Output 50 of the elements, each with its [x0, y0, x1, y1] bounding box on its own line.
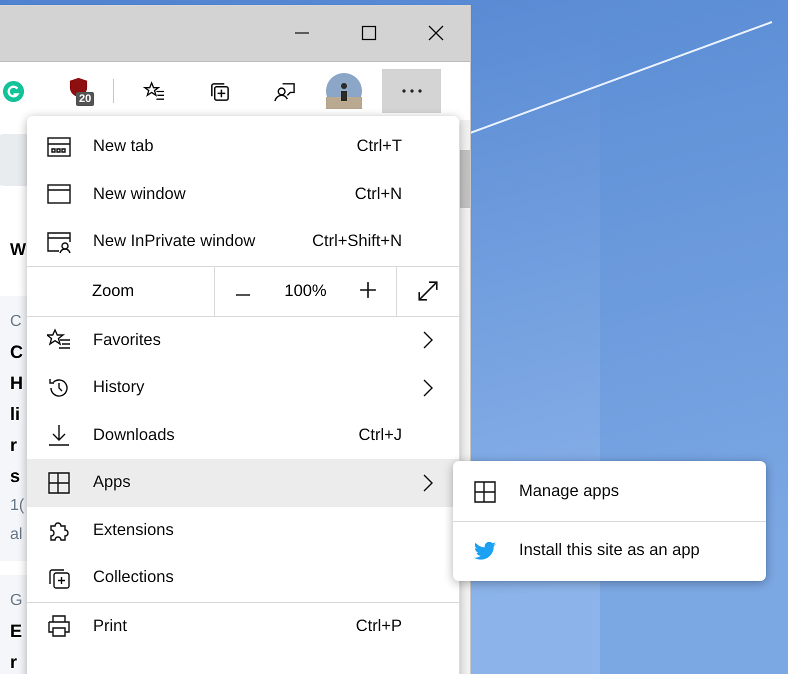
page-heading: W [10, 239, 26, 261]
grid-icon [473, 480, 497, 504]
article-card[interactable]: C C H li r s 1( al [0, 296, 27, 561]
private-window-icon [47, 230, 71, 254]
article-meta: al [10, 525, 24, 545]
article-category: G [10, 591, 24, 611]
scrollbar-thumb[interactable] [460, 150, 470, 208]
shortcut-text: Ctrl+P [356, 616, 402, 636]
chevron-right-icon [423, 474, 433, 492]
menu-item[interactable]: History [27, 364, 459, 412]
menu-item[interactable]: Apps [27, 459, 459, 506]
shortcut-text: Ctrl+J [358, 426, 402, 445]
headline-text: s [10, 465, 22, 488]
shortcut-text: Ctrl+N [354, 184, 402, 204]
menu-item[interactable]: Print Ctrl+P [27, 602, 459, 650]
menu-item[interactable]: Downloads Ctrl+J [27, 412, 459, 459]
headline-text: C [10, 341, 24, 364]
shortcut-text: Ctrl+T [356, 137, 402, 156]
menu-item[interactable]: New window Ctrl+N [27, 170, 459, 218]
headline-text: r [10, 651, 18, 674]
shortcut-text: Ctrl+Shift+N [312, 232, 402, 252]
menu-item[interactable]: Install this site as an app [453, 522, 766, 580]
chevron-right-icon [423, 378, 433, 397]
avatar-icon[interactable] [326, 73, 362, 109]
headline-text: E [10, 620, 24, 643]
menu-item[interactable]: Favorites [27, 316, 459, 364]
print-icon [47, 614, 71, 638]
download-icon [47, 423, 71, 448]
plus-icon [359, 281, 378, 299]
article-card[interactable]: G E r [0, 575, 27, 674]
menu-item[interactable]: New InPrivate window Ctrl+Shift+N [27, 218, 459, 266]
minus-icon [234, 294, 252, 296]
headline-text: r [10, 434, 18, 457]
menu-item[interactable]: New tab Ctrl+T [27, 123, 459, 170]
article-meta: 1( [10, 496, 26, 516]
zoom-label: Zoom [91, 280, 136, 302]
more-icon [402, 89, 422, 93]
headline-text: H [10, 372, 24, 395]
grid-icon [47, 470, 71, 495]
article-category: C [10, 312, 23, 332]
expand-icon [417, 280, 439, 302]
tab-icon [47, 134, 71, 159]
close-icon[interactable] [428, 25, 444, 41]
star-list-icon[interactable] [143, 80, 166, 102]
chevron-right-icon [423, 331, 433, 350]
badge: 20 [76, 92, 94, 106]
maximize-icon[interactable] [361, 25, 377, 41]
window-icon [47, 182, 71, 206]
headline-text: li [10, 403, 22, 426]
zoom-value: 100% [284, 282, 327, 300]
